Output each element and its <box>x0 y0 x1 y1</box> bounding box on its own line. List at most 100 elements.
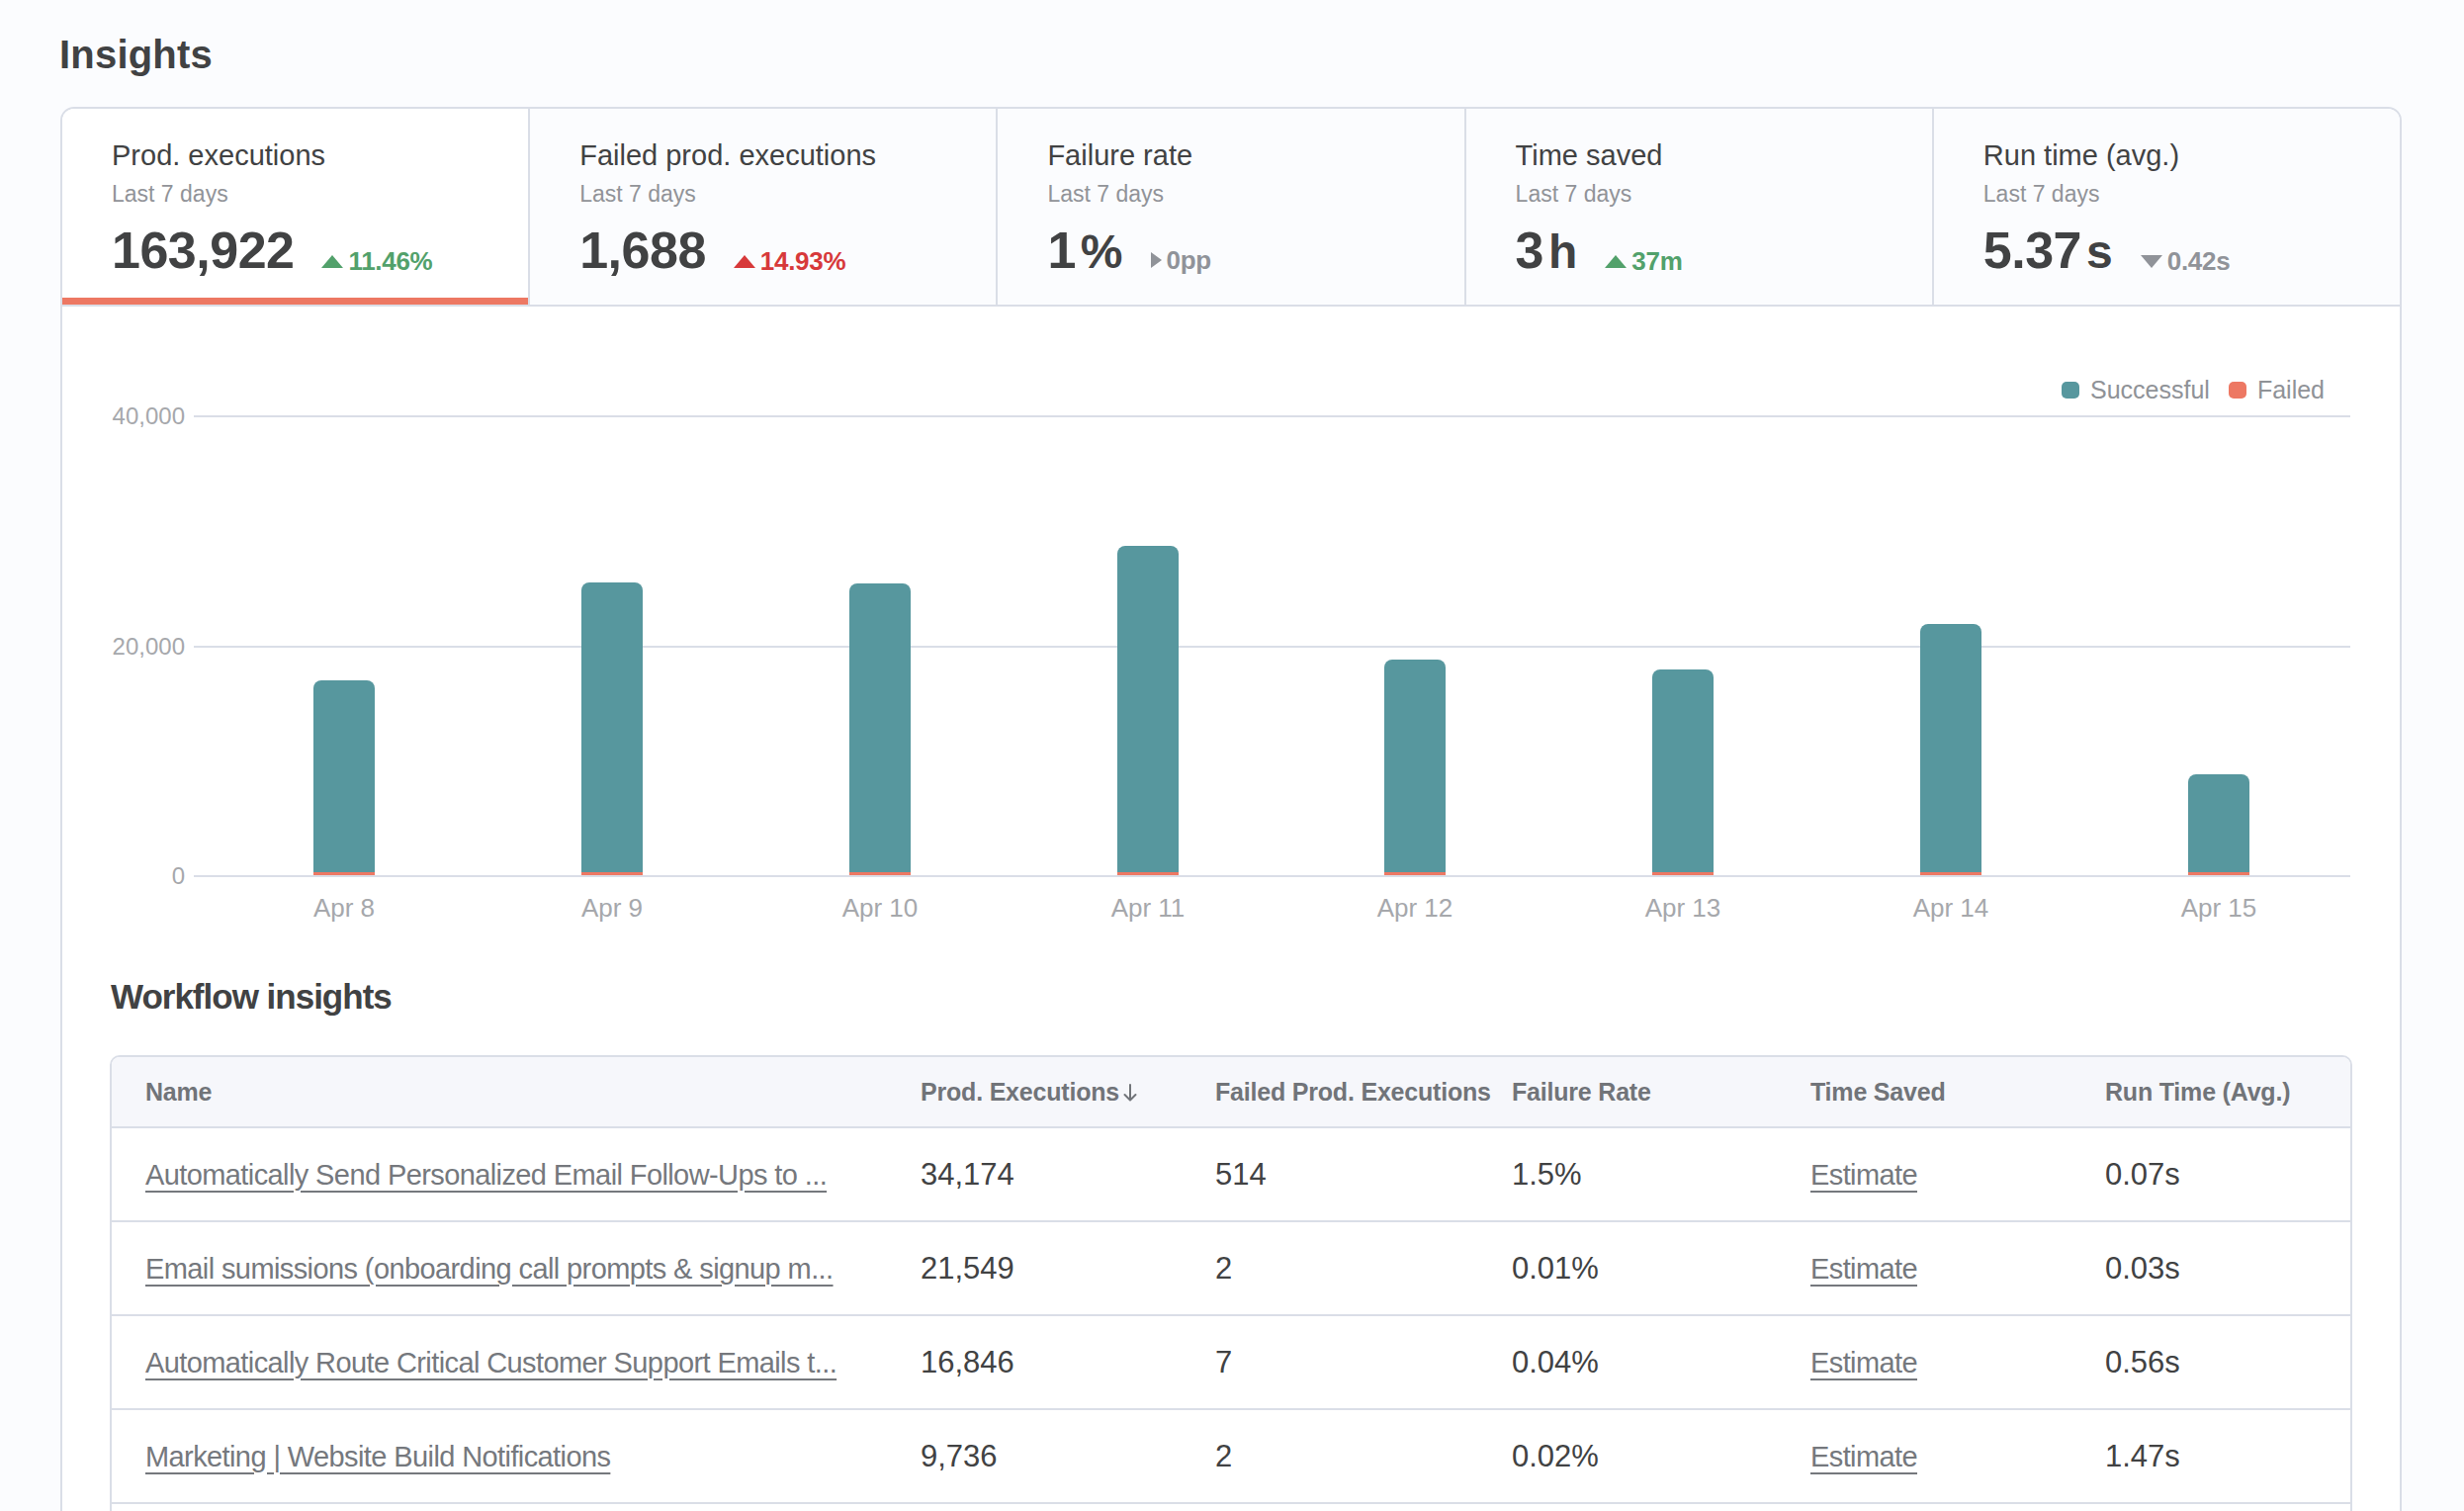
metric-tab-1[interactable]: Prod. executions Last 7 days 163,922 11.46% <box>62 109 530 305</box>
bar-apr-10[interactable] <box>849 583 911 875</box>
workflow-name-link[interactable]: Email sumissions (onboarding call prompt… <box>145 1253 834 1285</box>
cell-failed-prod-executions: 514 <box>1215 1128 1512 1222</box>
column-header-failure-rate[interactable]: Failure Rate <box>1512 1057 1810 1128</box>
cell-failed-prod-executions: 2 <box>1215 1222 1512 1316</box>
x-axis-label-apr-8: Apr 8 <box>265 893 423 924</box>
bar-successful-segment <box>1384 660 1446 872</box>
metric-tab-value: 163,922 <box>112 222 294 279</box>
cell-failure-rate: 0.04% <box>1512 1316 1810 1410</box>
metric-tab-period: Last 7 days <box>1983 181 2400 208</box>
metric-tab-label: Failed prod. executions <box>579 139 996 172</box>
metric-tab-period: Last 7 days <box>1516 181 1932 208</box>
bar-failed-segment <box>1117 872 1179 875</box>
x-axis-label-apr-11: Apr 11 <box>1069 893 1227 924</box>
estimate-link[interactable]: Estimate <box>1810 1441 1917 1472</box>
workflow-insights-table: NameProd. ExecutionsFailed Prod. Executi… <box>110 1055 2352 1511</box>
x-axis-label-apr-10: Apr 10 <box>801 893 959 924</box>
metric-tabs: Prod. executions Last 7 days 163,922 11.46%… <box>62 109 2400 307</box>
legend-item-failed[interactable]: Failed <box>2229 376 2325 404</box>
metric-tab-unit: h <box>1548 225 1577 279</box>
bar-successful-segment <box>313 680 375 872</box>
metric-tab-5[interactable]: Run time (avg.)Last 7 days5.37s0.42s <box>1934 109 2400 305</box>
bar-apr-13[interactable] <box>1652 669 1714 875</box>
insights-page: Insights Prod. executions Last 7 days 163,… <box>0 0 2464 1511</box>
delta-up-icon <box>1605 255 1627 268</box>
table-row-5 <box>112 1504 2350 1511</box>
bar-failed-segment <box>313 872 375 875</box>
workflow-insights-title: Workflow insights <box>111 977 392 1017</box>
cell-prod-executions: 21,549 <box>921 1222 1215 1316</box>
cell-prod-executions: 16,846 <box>921 1316 1215 1410</box>
bar-successful-segment <box>1117 546 1179 872</box>
table-row-1: Automatically Send Personalized Email Fo… <box>112 1128 2350 1222</box>
gridline-0 <box>194 875 2350 877</box>
metric-tab-delta: 11.46% <box>321 246 432 277</box>
cell-failure-rate: 0.01% <box>1512 1222 1810 1316</box>
metric-tab-value: 3 <box>1516 222 1543 279</box>
cell-failure-rate: 0.02% <box>1512 1410 1810 1504</box>
metric-tab-delta: 37m <box>1605 246 1682 277</box>
y-axis-label-40000: 40,000 <box>62 402 185 430</box>
delta-up-icon <box>321 255 343 268</box>
bar-successful-segment <box>849 583 911 872</box>
workflow-name-link[interactable]: Marketing | Website Build Notifications <box>145 1441 610 1472</box>
bar-successful-segment <box>1652 669 1714 872</box>
metric-tab-label: Prod. executions <box>112 139 528 172</box>
metric-tab-2[interactable]: Failed prod. executions Last 7 days 1,688 1… <box>530 109 998 305</box>
bar-failed-segment <box>2188 872 2249 875</box>
metric-tab-value: 1 <box>1047 222 1075 279</box>
metric-tab-unit: s <box>2086 225 2113 279</box>
bar-failed-segment <box>1920 872 1981 875</box>
page-title: Insights <box>59 33 213 77</box>
bar-apr-15[interactable] <box>2188 774 2249 875</box>
y-axis-label-0: 0 <box>62 862 185 890</box>
estimate-link[interactable]: Estimate <box>1810 1347 1917 1378</box>
bar-apr-9[interactable] <box>581 582 643 875</box>
sort-desc-icon <box>1121 1076 1139 1107</box>
column-header-run-time-avg-[interactable]: Run Time (Avg.) <box>2105 1057 2350 1128</box>
bar-apr-12[interactable] <box>1384 660 1446 875</box>
bar-failed-segment <box>581 872 643 875</box>
column-header-name[interactable]: Name <box>112 1057 921 1128</box>
table-row-2: Email sumissions (onboarding call prompt… <box>112 1222 2350 1316</box>
bar-failed-segment <box>849 872 911 875</box>
workflow-name-link[interactable]: Automatically Route Critical Customer Su… <box>145 1347 836 1378</box>
estimate-link[interactable]: Estimate <box>1810 1253 1917 1285</box>
cell-run-time: 0.03s <box>2105 1222 2350 1316</box>
cell-failed-prod-executions: 7 <box>1215 1316 1512 1410</box>
estimate-link[interactable]: Estimate <box>1810 1159 1917 1191</box>
x-axis-label-apr-13: Apr 13 <box>1604 893 1762 924</box>
bar-successful-segment <box>581 582 643 872</box>
metric-tab-delta: 14.93% <box>734 246 845 277</box>
legend-swatch-successful-icon <box>2062 382 2079 399</box>
cell-prod-executions: 9,736 <box>921 1410 1215 1504</box>
table-header-row: NameProd. ExecutionsFailed Prod. Executi… <box>112 1057 2350 1128</box>
metric-tab-label: Time saved <box>1516 139 1932 172</box>
bar-apr-11[interactable] <box>1117 546 1179 875</box>
metric-tab-period: Last 7 days <box>579 181 996 208</box>
table-row-3: Automatically Route Critical Customer Su… <box>112 1316 2350 1410</box>
bar-apr-8[interactable] <box>313 680 375 875</box>
column-header-prod-executions[interactable]: Prod. Executions <box>921 1057 1215 1128</box>
metric-tab-4[interactable]: Time saved Last 7 days 3h 37m <box>1466 109 1934 305</box>
metric-tab-unit: % <box>1081 225 1123 279</box>
cell-run-time: 0.07s <box>2105 1128 2350 1222</box>
metric-tab-3[interactable]: Failure rateLast 7 days1%0pp <box>998 109 1465 305</box>
bar-failed-segment <box>1652 872 1714 875</box>
workflow-name-link[interactable]: Automatically Send Personalized Email Fo… <box>145 1159 827 1191</box>
bar-apr-14[interactable] <box>1920 624 1981 875</box>
legend-item-successful[interactable]: Successful <box>2062 376 2210 404</box>
metric-tab-value: 1,688 <box>579 222 706 279</box>
gridline-20000 <box>194 646 2350 648</box>
column-header-time-saved[interactable]: Time Saved <box>1810 1057 2105 1128</box>
column-header-failed-prod-executions[interactable]: Failed Prod. Executions <box>1215 1057 1512 1128</box>
legend-label: Failed <box>2257 376 2325 404</box>
bar-failed-segment <box>1384 872 1446 875</box>
metric-tab-label: Run time (avg.) <box>1983 139 2400 172</box>
bar-successful-segment <box>1920 624 1981 872</box>
cell-run-time: 0.56s <box>2105 1316 2350 1410</box>
metric-tab-period: Last 7 days <box>112 181 528 208</box>
metric-tab-delta: 0pp <box>1151 245 1211 276</box>
table-row-4: Marketing | Website Build Notifications 9… <box>112 1410 2350 1504</box>
delta-up-icon <box>734 255 755 268</box>
